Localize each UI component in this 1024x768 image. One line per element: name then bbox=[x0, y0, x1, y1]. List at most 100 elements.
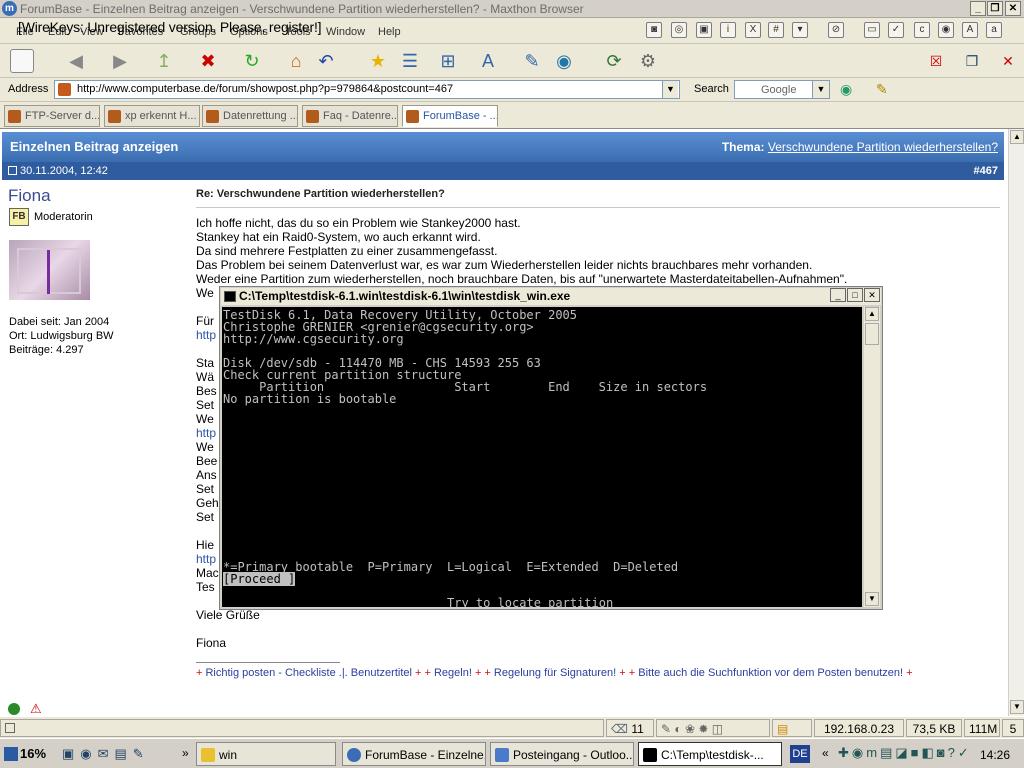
plugin-icon[interactable]: ◙ bbox=[646, 22, 662, 38]
menu-bar: File Edit View Favorites Groups Options … bbox=[0, 18, 1024, 44]
post-link[interactable]: http bbox=[196, 552, 216, 566]
tab-forumbase[interactable]: ForumBase - ... bbox=[402, 105, 498, 127]
grid-icon[interactable]: # bbox=[768, 22, 784, 38]
eye-icon[interactable]: ◉ bbox=[938, 22, 954, 38]
taskbar-button-win[interactable]: win bbox=[196, 742, 336, 766]
maxthon-app-icon[interactable]: m bbox=[2, 1, 17, 16]
folder-icon bbox=[201, 748, 215, 762]
new-page-icon[interactable] bbox=[10, 49, 34, 73]
language-indicator[interactable]: DE bbox=[790, 745, 810, 763]
sync-icon[interactable]: ⟳ bbox=[602, 49, 626, 73]
tab-datenrettung[interactable]: Datenrettung ... bbox=[202, 105, 298, 127]
post-link[interactable]: http bbox=[196, 328, 216, 342]
forward-icon[interactable]: ▶ bbox=[108, 49, 132, 73]
search-engine-dropdown-icon[interactable]: ▼ bbox=[812, 81, 829, 98]
wirekeys-overlay-text: [WireKeys: Unregistered version. Please,… bbox=[18, 19, 322, 35]
tray-expand-icon[interactable]: « bbox=[822, 746, 829, 760]
console-scrollbar[interactable]: ▲ ▼ bbox=[864, 307, 880, 607]
compass-icon[interactable]: ◎ bbox=[671, 22, 687, 38]
status-lock-icon[interactable]: ▤ bbox=[772, 719, 812, 737]
scroll-up-icon[interactable]: ▲ bbox=[1010, 130, 1024, 144]
console-output[interactable]: TestDisk 6.1, Data Recovery Utility, Oct… bbox=[222, 307, 862, 607]
tab-ftp-server[interactable]: FTP-Server d... bbox=[4, 105, 100, 127]
undo-icon[interactable]: ↶ bbox=[314, 49, 338, 73]
tab-favicon-icon bbox=[8, 110, 21, 123]
imdb-icon[interactable]: i bbox=[720, 22, 736, 38]
scroll-down-icon[interactable]: ▼ bbox=[1010, 700, 1024, 714]
taskbar-button-testdisk[interactable]: C:\Temp\testdisk-... bbox=[638, 742, 782, 766]
system-tray-icons[interactable]: ✚◉m▤◪■◧◙?✓ bbox=[838, 745, 972, 761]
cascade-icon[interactable]: ❐ bbox=[960, 49, 984, 73]
username-link[interactable]: Fiona bbox=[8, 186, 51, 206]
globe-icon[interactable]: ◉ bbox=[552, 49, 576, 73]
tab-favicon-icon bbox=[306, 110, 319, 123]
quick-launch-more-icon[interactable]: » bbox=[182, 746, 189, 760]
console-line: No partition is bootable bbox=[223, 392, 397, 406]
signature-link-checkliste[interactable]: Richtig posten - Checkliste .|. Benutzer… bbox=[205, 667, 411, 679]
cpu-meter[interactable]: 16% bbox=[2, 743, 52, 765]
url-dropdown-icon[interactable]: ▼ bbox=[662, 81, 678, 98]
taskbar-button-forumbase[interactable]: ForumBase - Einzelne... bbox=[342, 742, 486, 766]
console-scroll-down-icon[interactable]: ▼ bbox=[865, 592, 879, 606]
window-icon[interactable]: ▭ bbox=[864, 22, 880, 38]
page-scrollbar[interactable]: ▲ ▼ bbox=[1008, 129, 1024, 716]
report-icon[interactable]: ⚠ bbox=[30, 701, 42, 716]
close-tab-icon[interactable]: ☒ bbox=[924, 49, 948, 73]
thema-label: Thema: bbox=[721, 140, 765, 154]
quick-launch-icons[interactable]: ▣◉✉▤✎ bbox=[62, 746, 150, 762]
address-label: Address bbox=[8, 83, 49, 95]
post-link[interactable]: http bbox=[196, 426, 216, 440]
post-date: 30.11.2004, 12:42 bbox=[20, 165, 108, 177]
minimize-button[interactable]: _ bbox=[970, 1, 986, 16]
x-icon[interactable]: X bbox=[745, 22, 761, 38]
groups-icon[interactable]: ⊞ bbox=[436, 49, 460, 73]
css-icon[interactable]: c bbox=[914, 22, 930, 38]
stop-icon[interactable]: ✖ bbox=[196, 49, 220, 73]
console-scroll-up-icon[interactable]: ▲ bbox=[865, 307, 879, 321]
block-icon[interactable]: ⊘ bbox=[828, 22, 844, 38]
go-icon[interactable]: ◉ bbox=[840, 81, 852, 98]
font-icon[interactable]: A bbox=[476, 49, 500, 73]
go-up-icon[interactable]: ↥ bbox=[152, 49, 176, 73]
console-maximize-button[interactable]: □ bbox=[847, 288, 863, 302]
post-line: Wä bbox=[196, 370, 214, 384]
proceed-button[interactable]: [Proceed ] bbox=[223, 572, 296, 586]
url-input[interactable]: http://www.computerbase.de/forum/showpos… bbox=[54, 80, 680, 99]
window-title: ForumBase - Einzelnen Beitrag anzeigen -… bbox=[20, 2, 584, 16]
check-icon[interactable]: ✓ bbox=[888, 22, 904, 38]
back-icon[interactable]: ◀ bbox=[64, 49, 88, 73]
signature-link-suchfunktion[interactable]: Bitte auch die Suchfunktion vor dem Post… bbox=[638, 667, 903, 679]
sidebar-list-icon[interactable]: ☰ bbox=[398, 49, 422, 73]
highlight-icon[interactable]: ✎ bbox=[876, 81, 888, 98]
testdisk-console-window[interactable]: C:\Temp\testdisk-6.1.win\testdisk-6.1\wi… bbox=[219, 286, 883, 610]
post-line: Set bbox=[196, 510, 215, 524]
refresh-icon[interactable]: ↻ bbox=[240, 49, 264, 73]
taskbar-button-outlook[interactable]: Posteingang - Outloo... bbox=[490, 742, 634, 766]
console-status: Try to locate partition bbox=[447, 596, 614, 607]
edit-icon[interactable]: ✎ bbox=[520, 49, 544, 73]
tools-icon[interactable]: ⚙ bbox=[636, 49, 660, 73]
tab-favicon-icon bbox=[206, 110, 219, 123]
favorites-star-icon[interactable]: ★ bbox=[366, 49, 390, 73]
text-size-icon[interactable]: A bbox=[962, 22, 978, 38]
close-all-icon[interactable]: ✕ bbox=[996, 49, 1020, 73]
tab-faq-datenrettung[interactable]: Faq - Datenre... bbox=[302, 105, 398, 127]
trash-icon[interactable]: ▾ bbox=[792, 22, 808, 38]
menu-help[interactable]: Help bbox=[378, 26, 401, 38]
screen-icon[interactable]: ▣ bbox=[696, 22, 712, 38]
home-icon[interactable]: ⌂ bbox=[284, 49, 308, 73]
post-number-link[interactable]: #467 bbox=[974, 165, 998, 177]
signature-link-regeln[interactable]: Regeln! bbox=[434, 667, 472, 679]
status-icons-panel[interactable]: ✎ ◐ ❀ ✹ ◫ bbox=[656, 719, 770, 737]
console-close-button[interactable]: ✕ bbox=[864, 288, 880, 302]
console-scroll-thumb[interactable] bbox=[865, 323, 879, 345]
console-minimize-button[interactable]: _ bbox=[830, 288, 846, 302]
start-icon[interactable] bbox=[4, 747, 18, 761]
restore-button[interactable]: ❐ bbox=[987, 1, 1003, 16]
signature-link-signaturen[interactable]: Regelung für Signaturen! bbox=[494, 667, 616, 679]
thread-link[interactable]: Verschwundene Partition wiederherstellen… bbox=[768, 140, 998, 154]
tab-xp-erkennt[interactable]: xp erkennt H... bbox=[104, 105, 200, 127]
amazon-icon[interactable]: a bbox=[986, 22, 1002, 38]
menu-window[interactable]: Window bbox=[326, 26, 365, 38]
close-button[interactable]: ✕ bbox=[1005, 1, 1021, 16]
